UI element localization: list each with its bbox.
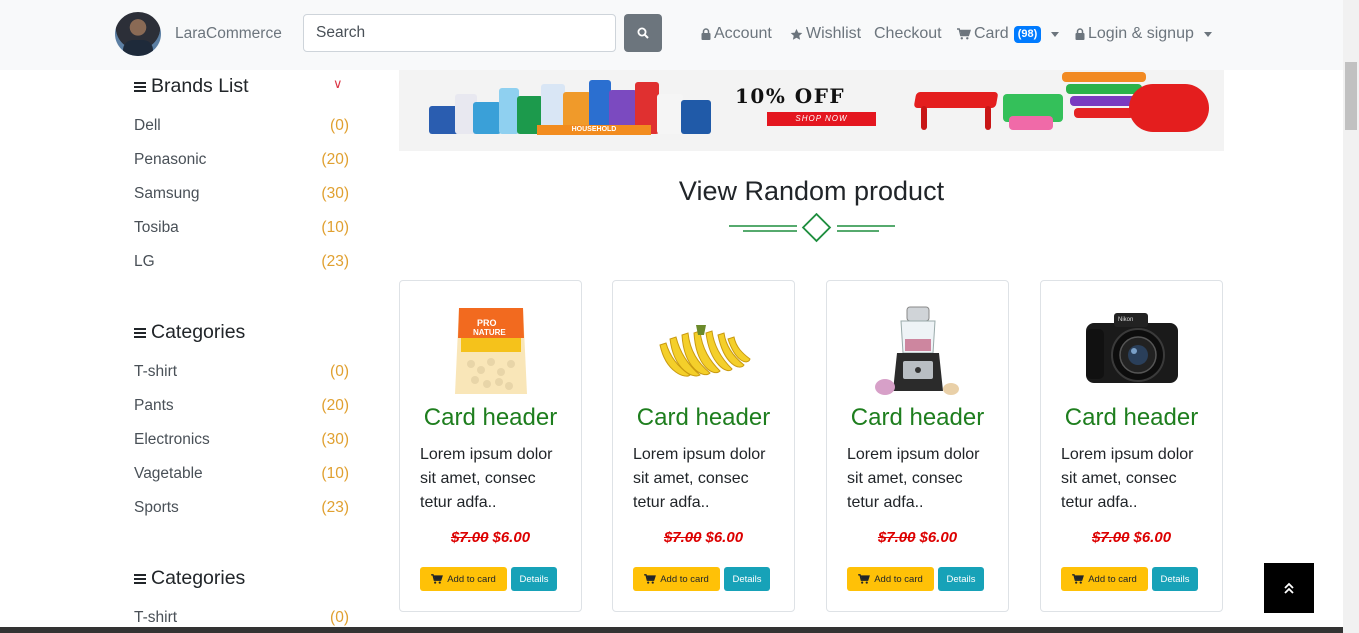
promo-banner[interactable]: HOUSEHOLD 10% OFF SHOP NOW: [399, 70, 1224, 151]
product-card: Card header Lorem ipsum dolor sit amet, …: [612, 280, 795, 612]
chevron-down-icon: [1051, 31, 1060, 37]
brand-item[interactable]: LG (23): [134, 253, 349, 271]
card-header: Card header: [636, 404, 771, 431]
avatar[interactable]: [115, 12, 161, 56]
card-text: Lorem ipsum dolor sit amet, consec tetur…: [847, 446, 980, 511]
vertical-scrollbar[interactable]: [1343, 0, 1359, 633]
category-item[interactable]: Vagetable (10): [134, 465, 349, 483]
list-icon: [134, 80, 146, 94]
old-price: $7.00: [1091, 529, 1130, 546]
nav-card[interactable]: Card (98): [957, 25, 1060, 43]
card-header: Card header: [1064, 404, 1199, 431]
product-image-camera[interactable]: Nikon: [1041, 303, 1222, 399]
product-card: PRO NATURE Card header Lorem ipsum dolor…: [399, 280, 582, 612]
search-button[interactable]: [624, 14, 662, 52]
card-header: Card header: [423, 404, 558, 431]
product-image-bananas[interactable]: [613, 303, 794, 399]
nav-wishlist[interactable]: Wishlist: [790, 25, 861, 43]
shop-now-button[interactable]: SHOP NOW: [767, 112, 876, 126]
category-item[interactable]: Pants (20): [134, 397, 349, 415]
current-price: $6.00: [919, 529, 958, 546]
category-item[interactable]: T-shirt (0): [134, 363, 349, 381]
nav-login[interactable]: Login & signup: [1075, 25, 1212, 43]
card-text: Lorem ipsum dolor sit amet, consec tetur…: [633, 446, 766, 511]
card-header: Card header: [850, 404, 985, 431]
scrollbar-thumb[interactable]: [1345, 62, 1357, 130]
product-card: Nikon Card header Lorem ipsum dolor sit …: [1040, 280, 1223, 612]
current-price: $6.00: [705, 529, 744, 546]
price: $7.00 $6.00: [613, 529, 794, 546]
details-button[interactable]: Details: [511, 567, 557, 591]
wishlist-label: Wishlist: [806, 25, 862, 42]
cart-icon: [1072, 574, 1085, 584]
old-price: $7.00: [663, 529, 702, 546]
old-price: $7.00: [450, 529, 489, 546]
diamond-divider-icon: [729, 213, 895, 243]
categories-title-2: Categories: [134, 567, 245, 590]
account-label: Account: [714, 25, 772, 42]
top-navbar: LaraCommerce Account Wishlist Checkout C…: [0, 0, 1343, 70]
brand-item[interactable]: Tosiba (10): [134, 219, 349, 237]
chevron-down-icon[interactable]: ∨: [333, 76, 343, 92]
lock-icon: [1075, 28, 1085, 40]
current-price: $6.00: [492, 529, 531, 546]
card-text: Lorem ipsum dolor sit amet, consec tetur…: [1061, 446, 1194, 511]
add-to-card-button[interactable]: Add to card: [847, 567, 934, 591]
brand-item[interactable]: Samsung (30): [134, 185, 349, 203]
details-button[interactable]: Details: [724, 567, 770, 591]
nav-checkout[interactable]: Checkout: [874, 25, 942, 43]
star-icon: [790, 28, 803, 40]
search-input[interactable]: [303, 14, 616, 52]
product-card: Card header Lorem ipsum dolor sit amet, …: [826, 280, 1009, 612]
search-icon: [637, 27, 649, 39]
details-button[interactable]: Details: [938, 567, 984, 591]
checkout-label: Checkout: [874, 25, 942, 42]
double-chevron-up-icon: [1284, 582, 1294, 594]
add-to-card-button[interactable]: Add to card: [1061, 567, 1148, 591]
cart-icon: [644, 574, 657, 584]
current-price: $6.00: [1133, 529, 1172, 546]
categories-title: Categories: [134, 321, 245, 344]
product-image-food-processor[interactable]: [827, 303, 1008, 399]
discount-text: 10% OFF: [735, 84, 846, 108]
cart-icon: [858, 574, 871, 584]
old-price: $7.00: [877, 529, 916, 546]
login-label: Login & signup: [1088, 25, 1194, 42]
back-to-top-button[interactable]: [1264, 563, 1314, 613]
brand-item[interactable]: Penasonic (20): [134, 151, 349, 169]
list-icon: [134, 572, 146, 586]
category-item[interactable]: Sports (23): [134, 499, 349, 517]
add-to-card-button[interactable]: Add to card: [420, 567, 507, 591]
list-icon: [134, 326, 146, 340]
chevron-down-icon: [1203, 31, 1212, 37]
price: $7.00 $6.00: [400, 529, 581, 546]
svg-text:Nikon: Nikon: [1118, 317, 1133, 323]
card-label: Card: [974, 25, 1009, 42]
nav-account[interactable]: Account: [701, 25, 772, 43]
brand-name[interactable]: LaraCommerce: [175, 25, 282, 43]
brands-list-title: Brands List: [134, 75, 249, 98]
add-to-card-button[interactable]: Add to card: [633, 567, 720, 591]
svg-text:PRO: PRO: [477, 318, 497, 328]
lock-icon: [701, 28, 711, 40]
product-image-grocery-bag[interactable]: PRO NATURE: [400, 303, 581, 399]
price: $7.00 $6.00: [1041, 529, 1222, 546]
cart-icon: [431, 574, 444, 584]
category-item[interactable]: Electronics (30): [134, 431, 349, 449]
price: $7.00 $6.00: [827, 529, 1008, 546]
svg-text:NATURE: NATURE: [473, 328, 506, 337]
horizontal-scrollbar[interactable]: [0, 627, 1343, 633]
household-label: HOUSEHOLD: [537, 125, 651, 135]
details-button[interactable]: Details: [1152, 567, 1198, 591]
brand-item[interactable]: Dell (0): [134, 117, 349, 135]
cart-icon: [957, 28, 971, 40]
card-count-badge: (98): [1013, 25, 1042, 43]
card-text: Lorem ipsum dolor sit amet, consec tetur…: [420, 446, 553, 511]
category-item[interactable]: T-shirt (0): [134, 609, 349, 627]
section-title: View Random product: [678, 176, 945, 206]
